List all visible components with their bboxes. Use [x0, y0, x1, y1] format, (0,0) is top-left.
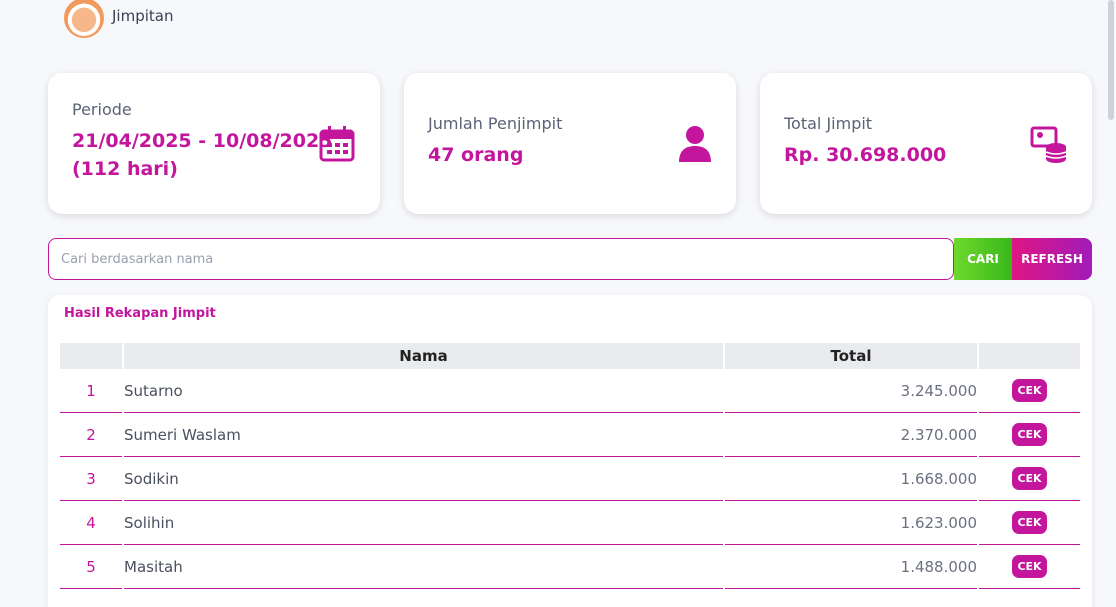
results-panel: Hasil Rekapan Jimpit Nama Total 1 Sutarn… — [48, 295, 1092, 607]
row-nama: Sodikin — [124, 457, 723, 501]
periode-days: (112 hari) — [72, 158, 178, 180]
app-title: Jimpitan — [112, 7, 174, 25]
penjimpit-value: 47 orang — [428, 144, 524, 166]
row-number: 5 — [60, 545, 122, 589]
cari-button[interactable]: CARI — [954, 238, 1012, 280]
row-total: 2.370.000 — [725, 413, 977, 457]
table-row: 4 Solihin 1.623.000 CEK — [60, 501, 1080, 545]
page-scrollbar[interactable] — [1108, 0, 1114, 120]
panel-title: Hasil Rekapan Jimpit — [64, 306, 216, 321]
calendar-icon — [318, 125, 356, 167]
refresh-button[interactable]: REFRESH — [1012, 238, 1092, 280]
total-label: Total Jimpit — [784, 114, 873, 133]
row-total: 1.668.000 — [725, 457, 977, 501]
header-aksi — [979, 343, 1080, 369]
row-nama: Sutarno — [124, 369, 723, 413]
row-number: 3 — [60, 457, 122, 501]
row-action: CEK — [979, 501, 1080, 545]
search-input[interactable] — [48, 238, 954, 280]
header-no — [60, 343, 122, 369]
money-icon — [1030, 125, 1068, 167]
row-nama: Masitah — [124, 545, 723, 589]
app-logo — [64, 0, 104, 38]
total-card: Total Jimpit Rp. 30.698.000 — [760, 73, 1092, 214]
header-nama: Nama — [124, 343, 723, 369]
user-icon — [678, 125, 712, 167]
search-row: CARI REFRESH — [48, 238, 1092, 280]
row-nama: Sumeri Waslam — [124, 413, 723, 457]
table-row: 1 Sutarno 3.245.000 CEK — [60, 369, 1080, 413]
row-action: CEK — [979, 413, 1080, 457]
row-number: 4 — [60, 501, 122, 545]
table-header-row: Nama Total — [60, 343, 1080, 369]
cek-button[interactable]: CEK — [1012, 555, 1047, 578]
penjimpit-card: Jumlah Penjimpit 47 orang — [404, 73, 736, 214]
table-row: 5 Masitah 1.488.000 CEK — [60, 545, 1080, 589]
row-total: 1.488.000 — [725, 545, 977, 589]
header: Jimpitan — [64, 0, 173, 40]
results-table: Nama Total 1 Sutarno 3.245.000 CEK 2 Sum… — [58, 343, 1082, 589]
row-action: CEK — [979, 545, 1080, 589]
periode-range: 21/04/2025 - 10/08/2025 — [72, 130, 333, 152]
row-total: 1.623.000 — [725, 501, 977, 545]
row-nama: Solihin — [124, 501, 723, 545]
cek-button[interactable]: CEK — [1012, 423, 1047, 446]
periode-card: Periode 21/04/2025 - 10/08/2025 (112 har… — [48, 73, 380, 214]
row-total: 3.245.000 — [725, 369, 977, 413]
cek-button[interactable]: CEK — [1012, 379, 1047, 402]
table-row: 2 Sumeri Waslam 2.370.000 CEK — [60, 413, 1080, 457]
row-action: CEK — [979, 457, 1080, 501]
periode-label: Periode — [72, 100, 132, 119]
table-row: 3 Sodikin 1.668.000 CEK — [60, 457, 1080, 501]
row-number: 1 — [60, 369, 122, 413]
total-value: Rp. 30.698.000 — [784, 144, 947, 166]
header-total: Total — [725, 343, 977, 369]
row-number: 2 — [60, 413, 122, 457]
cek-button[interactable]: CEK — [1012, 467, 1047, 490]
row-action: CEK — [979, 369, 1080, 413]
cek-button[interactable]: CEK — [1012, 511, 1047, 534]
penjimpit-label: Jumlah Penjimpit — [428, 114, 563, 133]
